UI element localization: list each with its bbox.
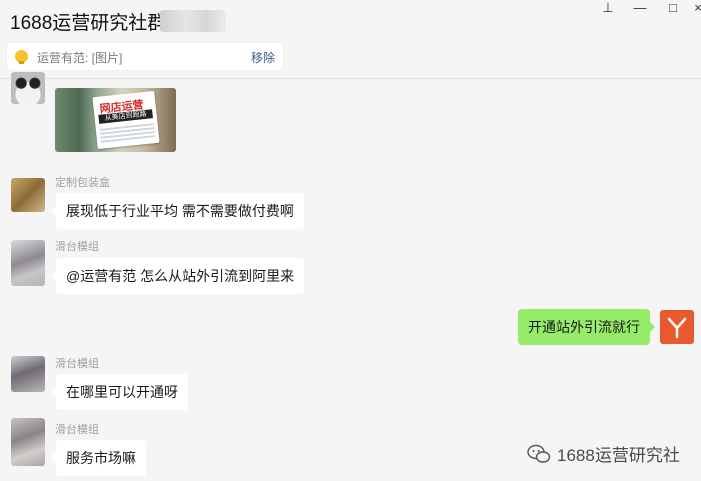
sender-name: 定制包装盒 xyxy=(55,177,110,189)
maximize-icon[interactable]: □ xyxy=(663,0,683,15)
pinned-message-bar[interactable]: 运营有范: [图片] 移除 xyxy=(7,43,283,70)
book-text-lines xyxy=(99,123,155,143)
message-bubble[interactable]: 在哪里可以开通呀 xyxy=(51,374,188,410)
lightbulb-icon xyxy=(15,50,28,64)
sender-name: 滑台模组 xyxy=(55,424,99,436)
pin-icon[interactable]: ⊥ xyxy=(598,0,618,16)
message-bubble[interactable]: @运营有范 怎么从站外引流到阿里来 xyxy=(50,258,305,294)
sender-name: 滑台模组 xyxy=(55,241,99,253)
blurred-member-count xyxy=(160,10,226,32)
image-message[interactable]: 网店运营 从美店到跑路 xyxy=(55,88,176,152)
message-bubble[interactable]: 展现低于行业平均 需不需要做付费啊 xyxy=(51,193,304,229)
watermark-text: 1688运营研究社 xyxy=(557,446,680,465)
avatar[interactable] xyxy=(11,240,45,286)
self-avatar[interactable] xyxy=(660,310,694,344)
avatar[interactable] xyxy=(11,356,45,392)
close-icon[interactable]: × xyxy=(688,0,701,15)
title-bar: 1688运营研究社群 ⊥ — □ × 运营有范: [图片] 移除 xyxy=(0,0,701,79)
avatar[interactable] xyxy=(11,72,45,104)
avatar[interactable] xyxy=(11,418,45,466)
my-message-bubble[interactable]: 开通站外引流就行 xyxy=(518,309,655,345)
pinned-message-text: 运营有范: [图片] xyxy=(37,51,123,65)
chat-title: 1688运营研究社群 xyxy=(10,13,167,34)
avatar[interactable] xyxy=(11,178,45,212)
minimize-icon[interactable]: — xyxy=(630,0,650,15)
message-bubble[interactable]: 服务市场嘛 xyxy=(51,440,146,476)
book-cover: 网店运营 从美店到跑路 xyxy=(92,90,160,150)
y-logo-icon xyxy=(667,317,687,339)
wechat-icon xyxy=(527,444,551,463)
sender-name: 滑台模组 xyxy=(55,358,99,370)
remove-pinned-button[interactable]: 移除 xyxy=(251,49,275,66)
